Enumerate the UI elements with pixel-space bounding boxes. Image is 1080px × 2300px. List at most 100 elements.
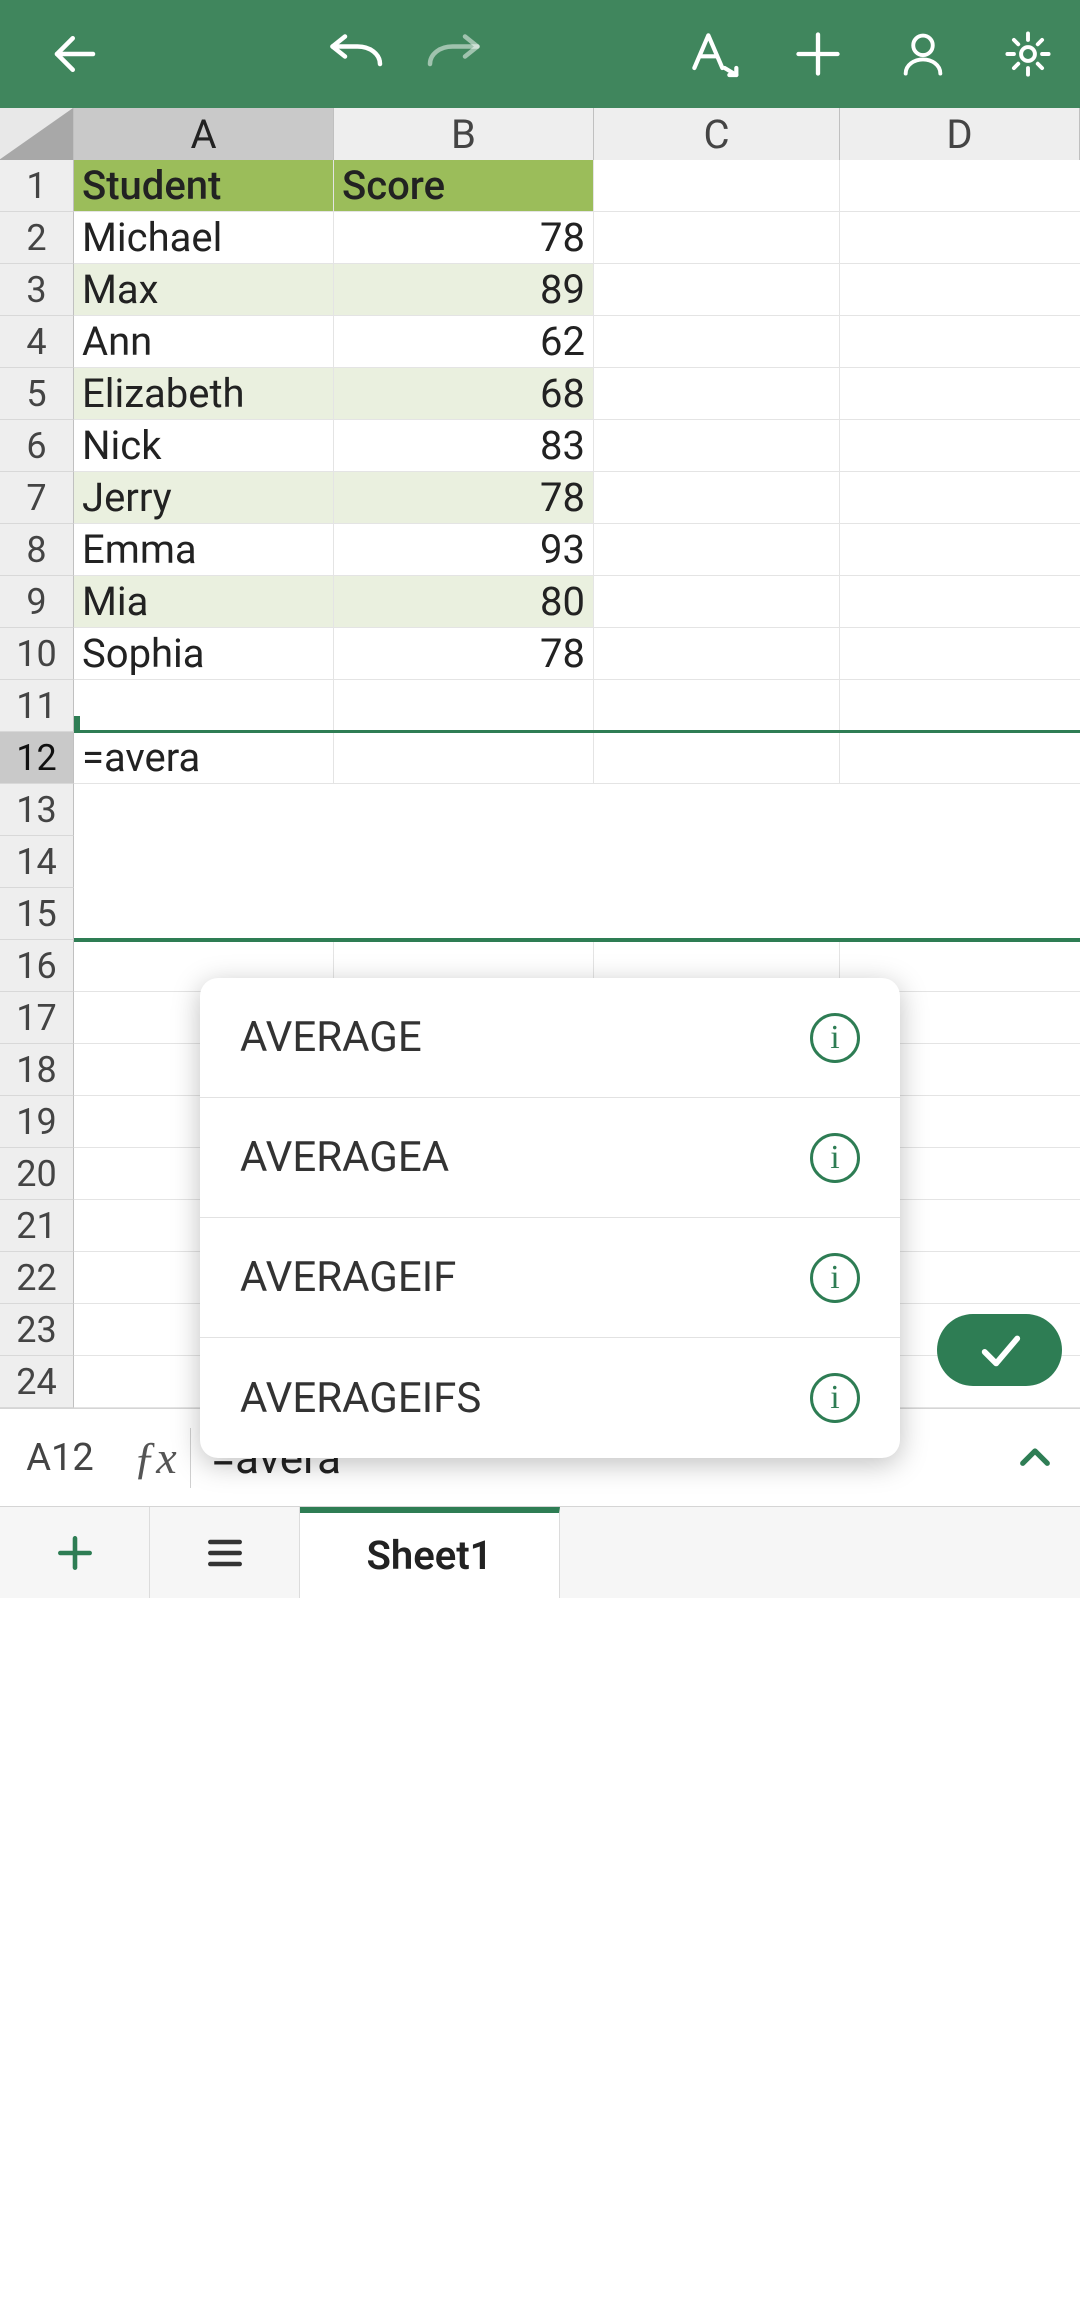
- cell[interactable]: [840, 732, 1080, 784]
- cell[interactable]: 93: [334, 524, 594, 576]
- row-header[interactable]: 14: [0, 836, 74, 888]
- select-all-corner[interactable]: [0, 108, 74, 160]
- info-icon[interactable]: i: [810, 1253, 860, 1303]
- row-header[interactable]: 12: [0, 732, 74, 784]
- column-header-d[interactable]: D: [840, 108, 1080, 160]
- cell[interactable]: [594, 888, 840, 940]
- row-header[interactable]: 19: [0, 1096, 74, 1148]
- editing-cell[interactable]: =avera: [74, 732, 334, 784]
- cell[interactable]: [594, 368, 840, 420]
- cell[interactable]: [840, 212, 1080, 264]
- cell[interactable]: Elizabeth: [74, 368, 334, 420]
- cell[interactable]: 89: [334, 264, 594, 316]
- cell[interactable]: Max: [74, 264, 334, 316]
- cell[interactable]: Student: [74, 160, 334, 212]
- cell[interactable]: [840, 160, 1080, 212]
- row-header[interactable]: 9: [0, 576, 74, 628]
- cell[interactable]: [840, 680, 1080, 732]
- cell[interactable]: [334, 680, 594, 732]
- sheet-tab-active[interactable]: Sheet1: [300, 1507, 560, 1598]
- cell[interactable]: [840, 784, 1080, 836]
- column-header-a[interactable]: A: [74, 108, 334, 160]
- cell[interactable]: Mia: [74, 576, 334, 628]
- cell[interactable]: [594, 680, 840, 732]
- cell[interactable]: Jerry: [74, 472, 334, 524]
- confirm-check-button[interactable]: [937, 1314, 1062, 1386]
- cell[interactable]: [594, 472, 840, 524]
- cell[interactable]: [594, 264, 840, 316]
- cell[interactable]: [840, 264, 1080, 316]
- row-header[interactable]: 6: [0, 420, 74, 472]
- info-icon[interactable]: i: [810, 1133, 860, 1183]
- cell[interactable]: [840, 576, 1080, 628]
- cell[interactable]: 80: [334, 576, 594, 628]
- row-header[interactable]: 23: [0, 1304, 74, 1356]
- cell[interactable]: [840, 836, 1080, 888]
- row-header[interactable]: 10: [0, 628, 74, 680]
- expand-formula-bar-icon[interactable]: [990, 1437, 1080, 1479]
- cell[interactable]: Nick: [74, 420, 334, 472]
- cell[interactable]: [594, 524, 840, 576]
- sheets-menu-button[interactable]: [150, 1507, 300, 1598]
- cell[interactable]: [594, 732, 840, 784]
- cell[interactable]: [840, 316, 1080, 368]
- cell[interactable]: [840, 472, 1080, 524]
- cell[interactable]: [74, 680, 334, 732]
- cell[interactable]: Emma: [74, 524, 334, 576]
- column-header-c[interactable]: C: [594, 108, 840, 160]
- cell[interactable]: [840, 368, 1080, 420]
- cell[interactable]: [74, 888, 334, 940]
- back-icon[interactable]: [45, 24, 105, 84]
- row-header[interactable]: 2: [0, 212, 74, 264]
- row-header[interactable]: 21: [0, 1200, 74, 1252]
- cell[interactable]: [840, 628, 1080, 680]
- row-header[interactable]: 16: [0, 940, 74, 992]
- row-header[interactable]: 3: [0, 264, 74, 316]
- spreadsheet-grid[interactable]: 1 Student Score 2 Michael 78 3 Max 89 4 …: [0, 160, 1080, 1408]
- undo-icon[interactable]: [325, 24, 385, 84]
- formula-bar-cell-ref[interactable]: A12: [0, 1436, 120, 1480]
- row-header[interactable]: 22: [0, 1252, 74, 1304]
- cell[interactable]: 78: [334, 628, 594, 680]
- cell[interactable]: [74, 836, 334, 888]
- cell[interactable]: 68: [334, 368, 594, 420]
- cell[interactable]: Ann: [74, 316, 334, 368]
- cell[interactable]: [594, 420, 840, 472]
- column-header-b[interactable]: B: [334, 108, 594, 160]
- cell[interactable]: [594, 160, 840, 212]
- cell[interactable]: [840, 524, 1080, 576]
- row-header[interactable]: 8: [0, 524, 74, 576]
- autocomplete-item[interactable]: AVERAGEIFS i: [200, 1338, 900, 1458]
- cell[interactable]: [334, 732, 594, 784]
- cell[interactable]: Score: [334, 160, 594, 212]
- cell[interactable]: [594, 628, 840, 680]
- cell[interactable]: [334, 888, 594, 940]
- cell[interactable]: Sophia: [74, 628, 334, 680]
- cell[interactable]: 62: [334, 316, 594, 368]
- autocomplete-item[interactable]: AVERAGEA i: [200, 1098, 900, 1218]
- cell[interactable]: Michael: [74, 212, 334, 264]
- fx-icon[interactable]: ƒx: [120, 1431, 190, 1484]
- cell[interactable]: [74, 784, 334, 836]
- row-header[interactable]: 17: [0, 992, 74, 1044]
- cell[interactable]: 78: [334, 212, 594, 264]
- row-header[interactable]: 11: [0, 680, 74, 732]
- info-icon[interactable]: i: [810, 1373, 860, 1423]
- row-header[interactable]: 7: [0, 472, 74, 524]
- row-header[interactable]: 4: [0, 316, 74, 368]
- autocomplete-item[interactable]: AVERAGEIF i: [200, 1218, 900, 1338]
- redo-icon[interactable]: [425, 24, 485, 84]
- row-header[interactable]: 20: [0, 1148, 74, 1200]
- cell[interactable]: [840, 420, 1080, 472]
- row-header[interactable]: 24: [0, 1356, 74, 1408]
- cell[interactable]: [594, 212, 840, 264]
- user-icon[interactable]: [893, 24, 953, 84]
- cell[interactable]: [334, 836, 594, 888]
- row-header[interactable]: 13: [0, 784, 74, 836]
- cell[interactable]: [594, 784, 840, 836]
- add-sheet-button[interactable]: [0, 1507, 150, 1598]
- add-icon[interactable]: [788, 24, 848, 84]
- row-header[interactable]: 5: [0, 368, 74, 420]
- font-style-icon[interactable]: [683, 24, 743, 84]
- cell[interactable]: [594, 836, 840, 888]
